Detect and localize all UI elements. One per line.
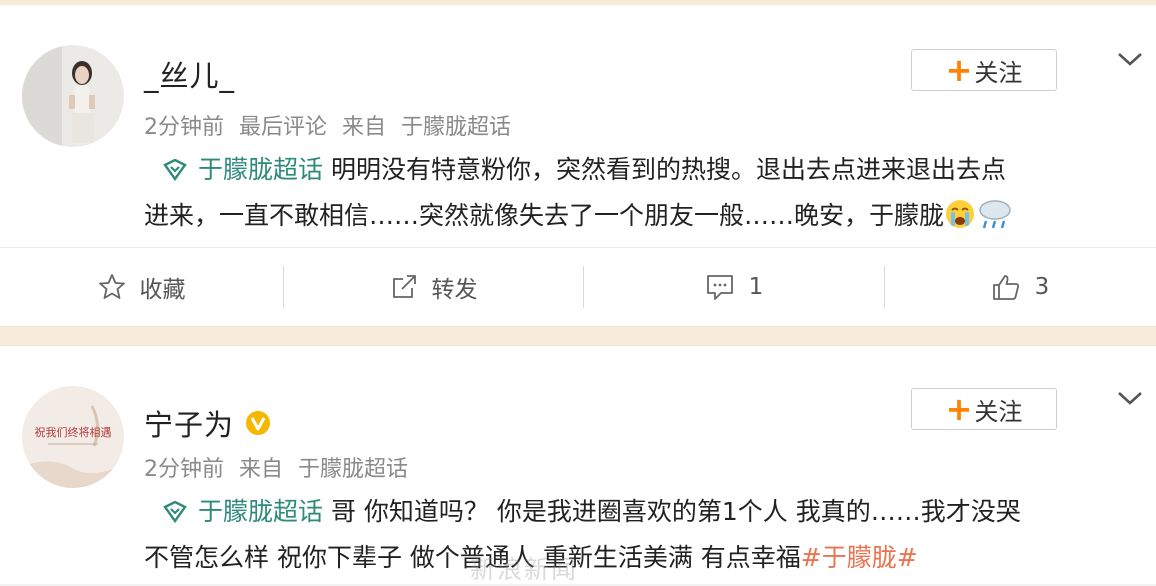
- post-meta: 2分钟前 最后评论 来自 于朦胧超话: [144, 109, 519, 141]
- super-topic-icon: [163, 501, 187, 523]
- favorite-button[interactable]: 收藏: [0, 266, 283, 308]
- post-time: 2分钟前: [144, 115, 224, 140]
- share-icon: [392, 275, 416, 298]
- thumbs-up-icon: [992, 275, 1019, 300]
- from-label: 来自: [239, 457, 284, 482]
- crying-emoji-icon: [946, 200, 975, 228]
- follow-label: 关注: [974, 397, 1023, 426]
- post-text: 于朦胧超话 哥 你知道吗？ 你是我进圈喜欢的第1个人 我真的……我才没哭 不管怎…: [144, 489, 1134, 581]
- username[interactable]: _丝儿_: [144, 53, 235, 95]
- star-icon: [98, 274, 125, 299]
- username-row: 宁子为: [144, 402, 272, 444]
- favorite-label: 收藏: [139, 277, 186, 303]
- post-line-1: 哥 你知道吗？ 你是我进圈喜欢的第1个人 我真的……我才没哭: [330, 497, 1021, 526]
- post-meta: 2分钟前 来自 于朦胧超话: [144, 451, 416, 483]
- avatar[interactable]: [22, 45, 124, 147]
- rain-cloud-icon: [979, 200, 1011, 229]
- action-bar: 收藏 转发 1 3: [0, 247, 1156, 326]
- hashtag-link[interactable]: #于朦胧#: [801, 543, 918, 572]
- topic-link[interactable]: 于朦胧超话: [198, 497, 323, 526]
- post-card: 祝我们终将相遇 宁子为 2分钟前 来自 于朦胧超话 + 关注 于朦胧超话 哥 你…: [0, 346, 1156, 584]
- comment-icon: [706, 275, 733, 300]
- repost-label: 转发: [431, 277, 478, 303]
- username[interactable]: 宁子为: [144, 402, 234, 444]
- from-label: 来自: [342, 115, 387, 140]
- super-topic-icon: [163, 159, 187, 181]
- avatar[interactable]: 祝我们终将相遇: [22, 386, 124, 488]
- comment-count: 1: [748, 274, 764, 300]
- repost-button[interactable]: 转发: [284, 266, 583, 308]
- like-count: 3: [1034, 274, 1050, 300]
- last-comment-label: 最后评论: [239, 115, 328, 140]
- follow-label: 关注: [974, 58, 1023, 87]
- watermark: 新浪新闻: [470, 555, 579, 584]
- verified-badge-icon: [246, 411, 271, 435]
- chevron-down-icon[interactable]: [1116, 388, 1144, 408]
- comment-button[interactable]: 1: [584, 266, 884, 308]
- topic-link[interactable]: 于朦胧超话: [198, 155, 323, 184]
- plus-icon: +: [945, 51, 973, 89]
- source-link[interactable]: 于朦胧超话: [298, 457, 408, 482]
- follow-button[interactable]: + 关注: [911, 49, 1057, 91]
- chevron-down-icon[interactable]: [1116, 49, 1144, 69]
- post-card: _丝儿_ 2分钟前 最后评论 来自 于朦胧超话 + 关注 于朦胧超话 明明没有特…: [0, 5, 1156, 247]
- source-link[interactable]: 于朦胧超话: [401, 115, 511, 140]
- like-button[interactable]: 3: [885, 266, 1155, 308]
- post-line-2: 进来，一直不敢相信……突然就像失去了一个朋友一般……晚安，于朦胧: [144, 201, 945, 230]
- avatar-caption: 祝我们终将相遇: [35, 425, 112, 439]
- post-text: 于朦胧超话 明明没有特意粉你，突然看到的热搜。退出去点进来退出去点 进来，一直不…: [144, 147, 1134, 239]
- post-time: 2分钟前: [144, 457, 224, 482]
- post-line-1: 明明没有特意粉你，突然看到的热搜。退出去点进来退出去点: [330, 155, 1006, 184]
- feed-divider: [0, 326, 1156, 346]
- follow-button[interactable]: + 关注: [911, 388, 1057, 430]
- plus-icon: +: [945, 390, 973, 428]
